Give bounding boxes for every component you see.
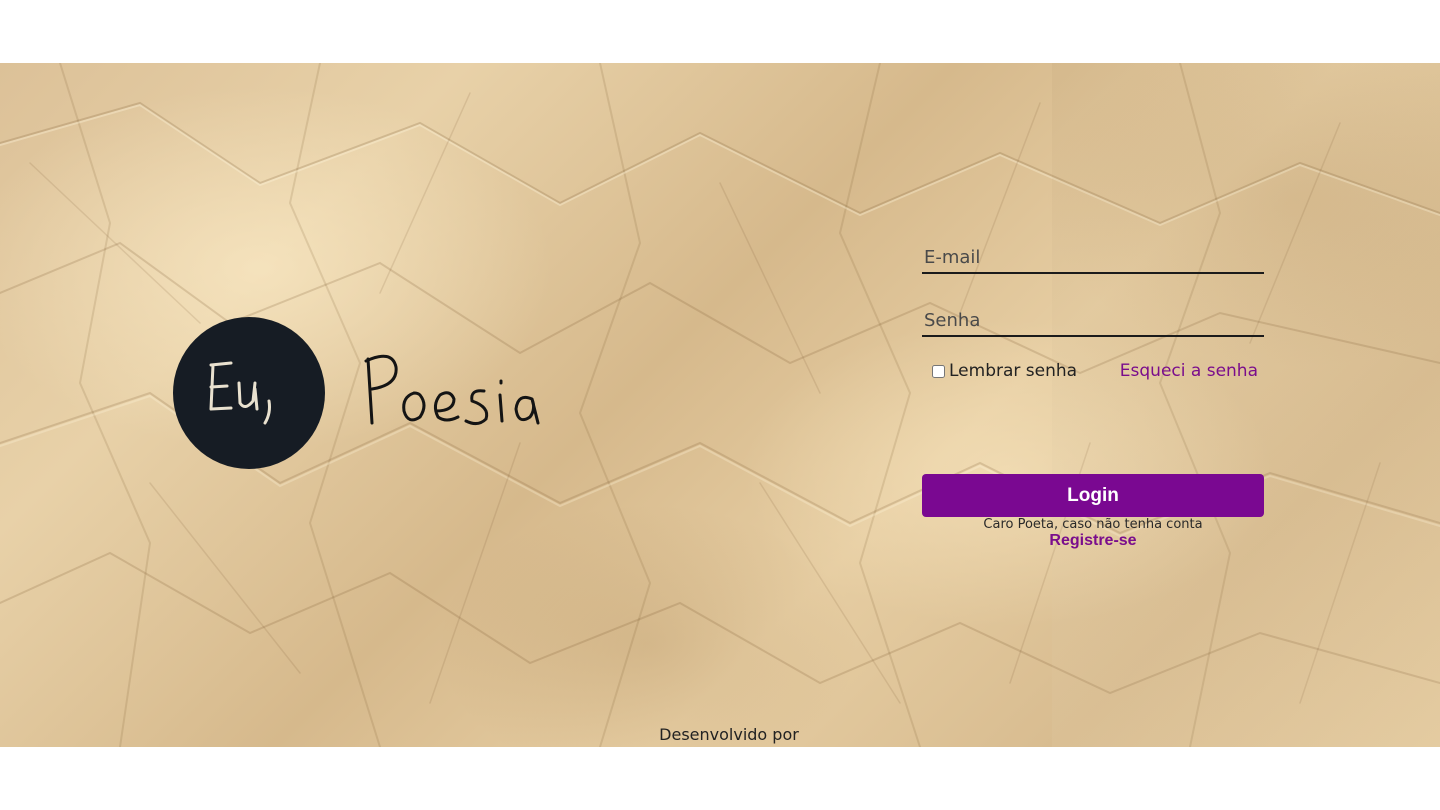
- login-button[interactable]: Login: [922, 474, 1264, 517]
- remember-password-checkbox[interactable]: [932, 364, 945, 378]
- remember-password[interactable]: Lembrar senha: [932, 361, 1077, 381]
- footer-credit: Desenvolvido por: [659, 725, 799, 744]
- login-page: Lembrar senha Esqueci a senha Login Caro…: [0, 0, 1440, 810]
- poesia-lettering: [364, 354, 540, 426]
- paper-right-panel: [1052, 63, 1440, 747]
- login-form: Lembrar senha Esqueci a senha Login Caro…: [922, 230, 1264, 549]
- password-field-wrapper: [922, 293, 1264, 337]
- register-link[interactable]: Registre-se: [922, 532, 1264, 550]
- password-input[interactable]: [922, 310, 1264, 331]
- register-prompt-text: Caro Poeta, caso não tenha conta: [983, 517, 1203, 532]
- poesia-wordmark: [362, 345, 572, 435]
- logo-eu-lettering: [209, 361, 271, 425]
- remember-password-label: Lembrar senha: [949, 361, 1078, 381]
- logo-circle: [173, 317, 325, 469]
- email-input[interactable]: [922, 247, 1264, 268]
- login-options-row: Lembrar senha Esqueci a senha: [922, 356, 1264, 386]
- forgot-password-link[interactable]: Esqueci a senha: [1120, 361, 1258, 381]
- email-field-wrapper: [922, 230, 1264, 274]
